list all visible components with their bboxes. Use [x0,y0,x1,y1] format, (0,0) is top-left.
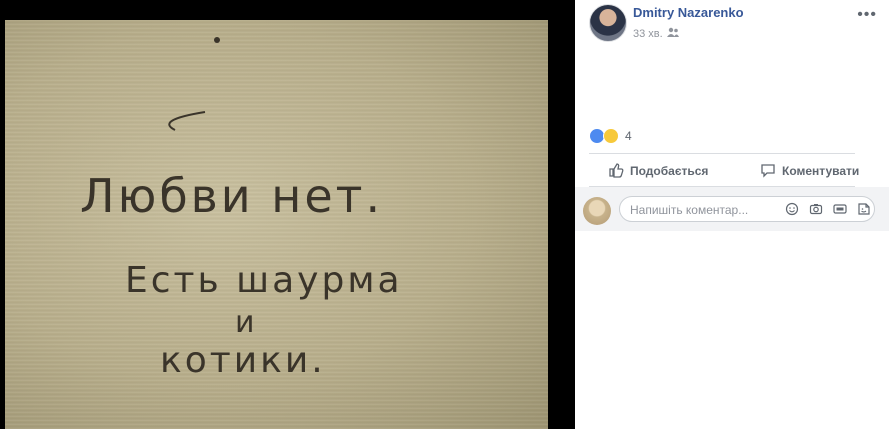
comment-icon [760,162,776,181]
comment-composer: Напишіть коментар... [575,187,889,231]
graffiti-drawing: Любви нет. Есть шаурма и котики. [80,37,403,381]
post-meta: 33 хв. [633,27,679,40]
like-button[interactable]: Подобається [608,160,708,182]
photo-viewer: Любви нет. Есть шаурма и котики. [0,0,575,429]
post-sidebar: Dmitry Nazarenko 33 хв. ••• 4 Подобаєтьс… [575,0,889,429]
commenter-avatar [583,197,611,225]
friends-audience-icon[interactable] [666,27,679,40]
author-name[interactable]: Dmitry Nazarenko [633,5,744,20]
graffiti-line-4: котики. [160,340,326,381]
more-options-icon[interactable]: ••• [857,6,877,24]
author-avatar[interactable] [589,4,627,42]
sticker-icon[interactable] [857,202,871,216]
graffiti-line-1: Любви нет. [80,169,383,223]
thumbs-up-icon [608,162,624,181]
like-label: Подобається [630,164,709,178]
comment-tools [785,202,871,216]
gif-icon[interactable] [833,202,847,216]
post-time[interactable]: 33 хв. [633,28,663,40]
graffiti-line-3: и [235,305,258,340]
haha-reaction-icon [603,128,619,144]
divider [589,153,855,154]
reactions-count: 4 [625,129,632,143]
camera-icon[interactable] [809,202,823,216]
comment-label: Коментувати [782,164,860,178]
emoji-icon[interactable] [785,202,799,216]
comment-button[interactable]: Коментувати [760,160,859,182]
post-photo[interactable]: Любви нет. Есть шаурма и котики. [5,20,548,429]
graffiti-line-2: Есть шаурма [125,260,403,301]
reactions-summary[interactable]: 4 [589,128,632,144]
